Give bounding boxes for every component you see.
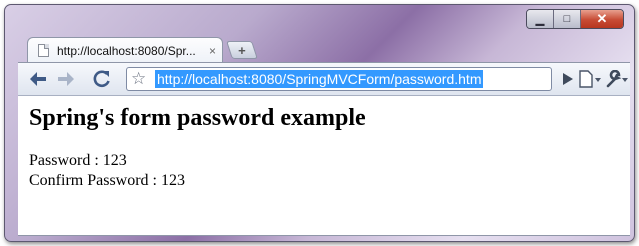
wrench-icon: [606, 70, 628, 88]
browser-window: ▁ □ ✕ http://localhost:8080/Spr... × + ☆…: [4, 4, 635, 242]
minimize-button[interactable]: ▁: [527, 10, 554, 28]
confirm-password-value: Confirm Password : 123: [29, 172, 185, 189]
page-menu-button[interactable]: [576, 67, 604, 91]
tools-menu-button[interactable]: [604, 67, 630, 91]
page-content: Spring's form password example Password …: [18, 96, 630, 236]
forward-arrow-icon: [58, 72, 74, 86]
browser-tab[interactable]: http://localhost:8080/Spr... ×: [27, 37, 223, 63]
page-favicon-icon: [38, 44, 49, 57]
page-icon: [579, 70, 601, 88]
browser-toolbar: ☆ http://localhost:8080/SpringMVCForm/pa…: [18, 62, 630, 96]
reload-button[interactable]: [90, 67, 114, 91]
star-icon[interactable]: ☆: [131, 69, 146, 89]
back-button[interactable]: [26, 67, 50, 91]
password-value: Password : 123: [29, 152, 127, 169]
page-title: Spring's form password example: [29, 105, 366, 131]
window-controls: ▁ □ ✕: [526, 9, 624, 29]
maximize-button[interactable]: □: [554, 10, 581, 28]
back-arrow-icon: [30, 72, 46, 86]
forward-button[interactable]: [54, 67, 78, 91]
url-text[interactable]: http://localhost:8080/SpringMVCForm/pass…: [155, 70, 484, 88]
tab-title: http://localhost:8080/Spr...: [57, 43, 196, 58]
address-bar[interactable]: ☆ http://localhost:8080/SpringMVCForm/pa…: [126, 67, 552, 91]
reload-icon: [93, 70, 110, 88]
tab-close-icon[interactable]: ×: [209, 44, 216, 58]
play-icon: [563, 73, 573, 85]
plus-icon: +: [238, 42, 246, 58]
new-tab-button[interactable]: +: [226, 41, 258, 59]
close-window-button[interactable]: ✕: [581, 10, 623, 28]
